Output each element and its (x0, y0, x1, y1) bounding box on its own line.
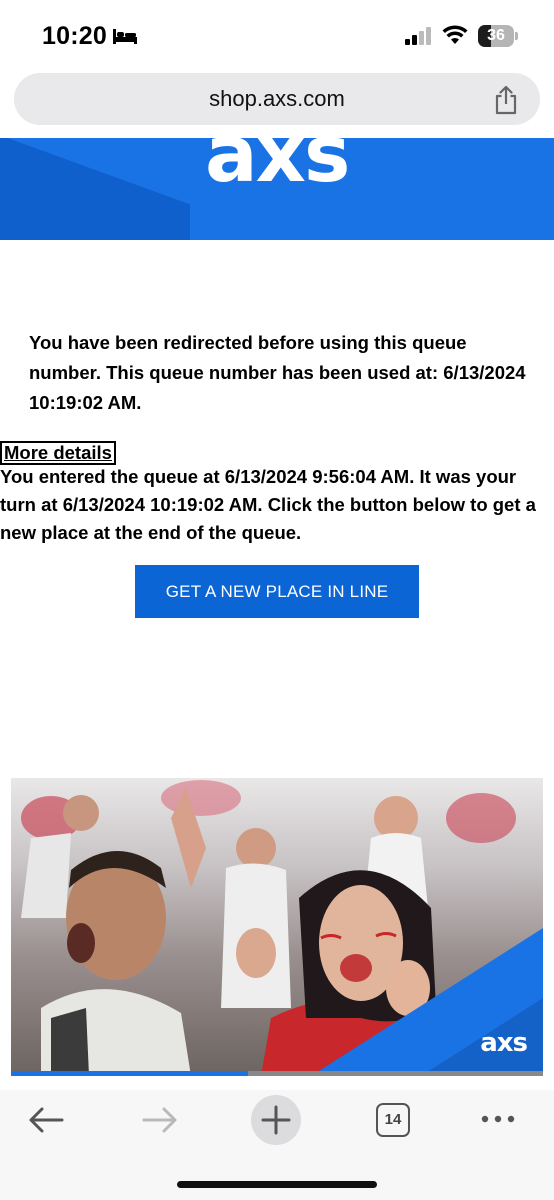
status-time: 10:20 (42, 22, 107, 50)
bed-icon (113, 29, 137, 44)
url-text[interactable]: shop.axs.com (14, 73, 540, 125)
hero-image: axs (11, 778, 543, 1076)
more-icon[interactable] (480, 1112, 516, 1126)
battery-indicator: 36 (478, 25, 518, 47)
wifi-icon (442, 25, 468, 44)
queue-details-text: You entered the queue at 6/13/2024 9:56:… (0, 466, 536, 543)
arrow-left-icon[interactable] (26, 1104, 66, 1136)
site-banner: axs (0, 138, 554, 240)
share-icon[interactable] (493, 85, 519, 115)
tab-count: 14 (384, 1111, 402, 1128)
plus-icon (261, 1105, 291, 1135)
battery-level: 36 (487, 27, 505, 44)
more-details-link[interactable]: More details (0, 441, 116, 465)
arrow-right-icon[interactable] (140, 1104, 180, 1136)
home-indicator (177, 1181, 377, 1188)
crowd-illustration (21, 780, 543, 1076)
new-tab-button[interactable] (251, 1095, 301, 1145)
axs-logo[interactable]: axs (205, 138, 350, 200)
tabs-button[interactable]: 14 (376, 1103, 410, 1137)
hero-axs-logo: axs (480, 1028, 528, 1058)
video-progress-fill (11, 1071, 248, 1076)
video-progress-bar[interactable] (11, 1071, 543, 1076)
status-bar: 10:20 36 (0, 0, 554, 70)
cellular-signal-icon (405, 27, 431, 45)
address-bar[interactable]: shop.axs.com (14, 73, 540, 125)
redirect-message: You have been redirected before using th… (29, 332, 526, 413)
new-place-in-line-button[interactable]: GET A NEW PLACE IN LINE (135, 565, 419, 618)
